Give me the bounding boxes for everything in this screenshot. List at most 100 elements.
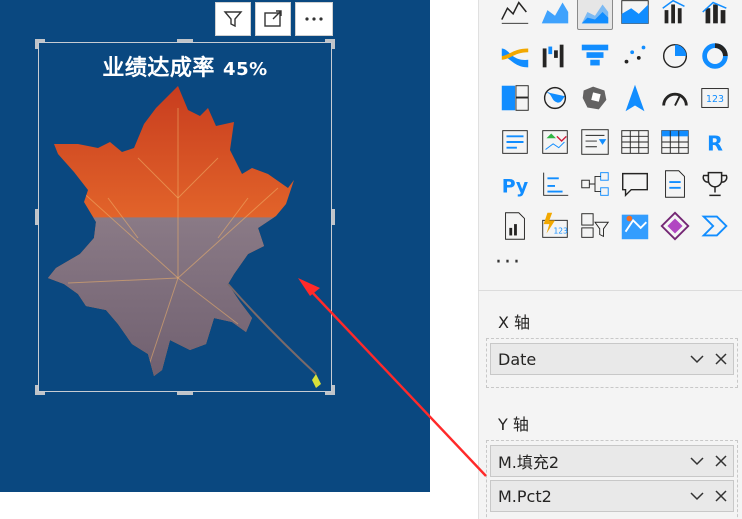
pie-chart-button[interactable] [657,38,693,74]
field-name: M.Pct2 [498,486,552,506]
field-name: M.填充2 [498,453,560,472]
title-percent: 45% [223,59,268,80]
chevron-down-icon[interactable] [685,347,709,371]
stacked-area-chart-icon [581,4,609,24]
line-chart-icon [501,1,529,24]
card-icon: 123 [701,88,729,108]
qa-icon [622,172,648,198]
more-options-button[interactable] [295,2,333,36]
gauge-button[interactable] [657,80,693,116]
waterfall-chart-button[interactable] [537,38,573,74]
field-name: Date [498,349,537,369]
azure-map-icon [625,84,645,112]
line-chart-button[interactable] [497,0,533,30]
power-apps-icon: 123 [542,212,568,238]
paginated-report-button[interactable] [497,208,533,244]
key-influencers-button[interactable] [537,166,573,202]
x-axis-label: X 轴 [498,313,531,332]
decomposition-tree-icon [581,172,609,196]
ribbon-chart-button[interactable] [497,38,533,74]
more-visuals-button[interactable]: ··· [495,250,522,275]
close-icon[interactable] [709,484,733,508]
line-clustered-column-button[interactable] [657,0,693,30]
y-axis-label: Y 轴 [498,415,529,434]
map-icon [543,86,567,110]
power-automate-button[interactable] [697,208,733,244]
leaf-stem-tip [312,374,321,388]
svg-text:Py: Py [502,176,529,198]
smart-narrative-icon [665,170,685,198]
python-visual-icon: Py [502,176,529,198]
y-axis-field[interactable]: M.填充2 [490,445,734,477]
power-apps-diamond-button[interactable] [657,208,693,244]
table-button[interactable] [617,124,653,160]
treemap-button[interactable] [497,80,533,116]
scatter-chart-button[interactable] [617,38,653,74]
python-visual-button[interactable]: Py [497,166,533,202]
key-influencers-icon [543,172,569,196]
donut-chart-icon [702,43,728,69]
focus-mode-button[interactable] [255,2,291,36]
more-options-icon [305,17,323,21]
close-icon[interactable] [709,449,733,473]
svg-text:R: R [707,132,723,156]
slicer-button[interactable] [577,124,613,160]
qa-button[interactable] [617,166,653,202]
ribbon-chart-icon [501,48,529,68]
x-axis-field[interactable]: Date [490,343,734,375]
funnel-chart-icon [581,44,609,66]
close-icon[interactable] [709,347,733,371]
maple-leaf-visual[interactable] [38,78,338,390]
ribbon-area-button[interactable] [617,0,653,30]
matrix-icon [661,130,689,154]
arcgis-map-button[interactable] [617,208,653,244]
power-apps-diamond-icon [660,211,690,241]
donut-chart-button[interactable] [697,38,733,74]
azure-map-button[interactable] [617,80,653,116]
map-button[interactable] [537,80,573,116]
r-visual-icon: R [707,132,723,156]
pie-chart-icon [662,43,688,69]
area-chart-icon [541,2,569,24]
resize-handle[interactable] [177,39,193,42]
leaf-fill [48,86,294,376]
resize-handle[interactable] [332,39,335,49]
chevron-down-icon[interactable] [685,449,709,473]
power-apps-button[interactable]: 123 [537,208,573,244]
gauge-icon [662,92,688,106]
chevron-down-icon[interactable] [685,484,709,508]
pane-divider [478,290,742,291]
svg-text:123: 123 [706,94,724,105]
filled-map-button[interactable] [577,80,613,116]
stacked-area-chart-button[interactable] [577,0,613,30]
decomposition-tree-button[interactable] [577,166,613,202]
visual-filter-button[interactable] [215,2,251,36]
trophy-icon [702,171,728,197]
scatter-chart-icon [624,45,646,64]
line-stacked-column-icon [702,1,727,24]
ribbon-area-icon [621,0,649,24]
multi-row-card-button[interactable] [497,124,533,160]
arcgis-map-icon [621,214,649,240]
funnel-chart-button[interactable] [577,38,613,74]
smart-narrative-button[interactable] [657,166,693,202]
area-chart-button[interactable] [537,0,573,30]
line-stacked-column-button[interactable] [697,0,733,30]
matrix-button[interactable] [657,124,693,160]
trophy-button[interactable] [697,166,733,202]
table-icon [621,130,649,154]
filter-icon [223,11,243,28]
kpi-icon [542,130,568,154]
resize-handle[interactable] [177,392,193,395]
svg-text:123: 123 [553,227,568,236]
kpi-button[interactable] [537,124,573,160]
card-button[interactable]: 123 [697,80,733,116]
line-clustered-column-icon [662,0,685,24]
filled-map-icon [582,86,607,110]
y-axis-field[interactable]: M.Pct2 [490,480,734,512]
r-visual-button[interactable]: R [697,124,733,160]
slicer-filter-icon [581,213,610,238]
slicer-filter-button[interactable] [577,208,613,244]
paginated-report-icon [505,212,525,240]
resize-handle[interactable] [35,39,38,49]
